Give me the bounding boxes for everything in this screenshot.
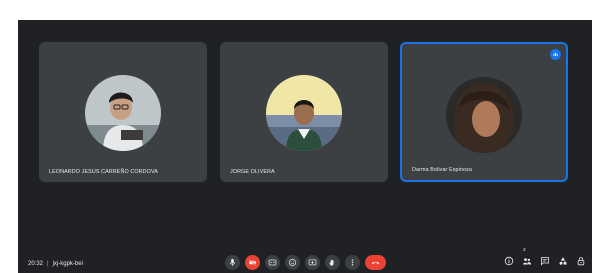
side-panel-controls: 3	[504, 247, 586, 266]
speaking-indicator-icon	[550, 49, 561, 60]
call-controls	[225, 254, 386, 271]
reactions-button[interactable]	[285, 255, 300, 270]
people-button[interactable]: 3	[522, 247, 532, 266]
separator: |	[47, 261, 49, 267]
chat-icon	[540, 256, 550, 266]
microphone-button[interactable]	[225, 255, 240, 270]
hang-up-button[interactable]	[365, 255, 386, 270]
present-button[interactable]	[305, 255, 320, 270]
meeting-time: 20:32	[28, 261, 44, 267]
participant-name: JORGE OLIVERA	[230, 169, 275, 175]
people-icon	[522, 256, 532, 266]
host-controls-icon	[576, 256, 586, 266]
participant-avatar	[85, 75, 161, 151]
captions-icon	[268, 258, 277, 267]
camera-off-icon	[248, 258, 257, 267]
more-options-button[interactable]	[345, 255, 360, 270]
meeting-stage: LEONARDO JESUS CARREÑO CORDOVA JORGE OLI…	[18, 20, 592, 273]
raise-hand-button[interactable]	[325, 255, 340, 270]
participant-tile[interactable]: LEONARDO JESUS CARREÑO CORDOVA	[39, 42, 207, 182]
microphone-icon	[228, 258, 237, 267]
meeting-info: 20:32 | jxj-kgpk-bei	[28, 261, 83, 267]
people-count: 3	[523, 247, 526, 252]
captions-button[interactable]	[265, 255, 280, 270]
present-icon	[308, 258, 317, 267]
participant-tile-active[interactable]: Darma Bolivar Espinoza	[400, 42, 568, 182]
more-options-icon	[348, 258, 357, 267]
raise-hand-icon	[328, 258, 337, 267]
chat-button[interactable]	[540, 256, 550, 266]
participant-avatar	[266, 75, 342, 151]
meeting-details-button[interactable]	[504, 256, 514, 266]
participant-name: LEONARDO JESUS CARREÑO CORDOVA	[49, 169, 158, 175]
host-controls-button[interactable]	[576, 256, 586, 266]
participant-name: Darma Bolivar Espinoza	[412, 167, 473, 173]
hang-up-icon	[371, 258, 380, 267]
participant-avatar	[446, 77, 522, 153]
meeting-code: jxj-kgpk-bei	[52, 261, 83, 267]
activities-button[interactable]	[558, 256, 568, 266]
camera-toggle-button[interactable]	[245, 255, 260, 270]
emoji-icon	[288, 258, 297, 267]
info-icon	[504, 256, 514, 266]
activities-icon	[558, 256, 568, 266]
participant-tile[interactable]: JORGE OLIVERA	[220, 42, 388, 182]
